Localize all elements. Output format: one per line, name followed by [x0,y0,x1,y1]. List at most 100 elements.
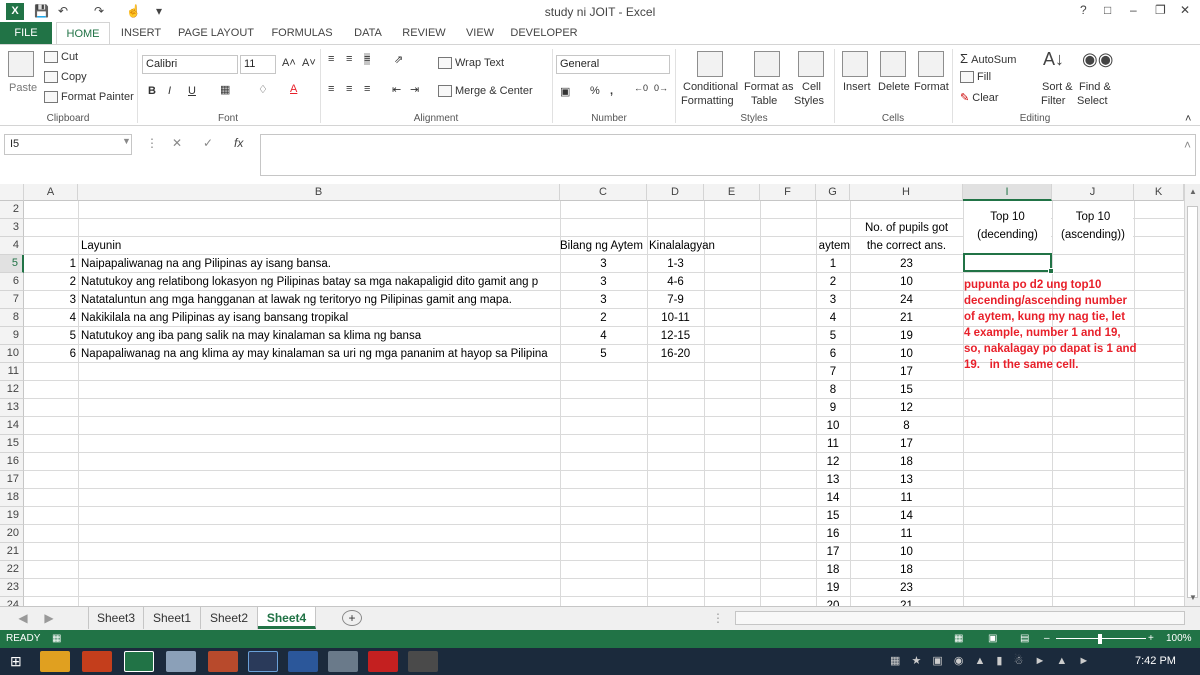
row-header[interactable]: 9 [0,327,24,345]
grow-font-button[interactable]: A˄ [282,57,296,69]
font-size-select[interactable]: 11 [240,55,276,74]
row-header[interactable]: 21 [0,543,24,561]
powerpoint2-taskbar-icon[interactable] [208,651,238,672]
confirm-formula-icon[interactable]: ✓ [203,136,213,150]
tab-split-icon[interactable]: ⋮ [712,607,724,629]
row-header[interactable]: 15 [0,435,24,453]
tab-developer[interactable]: DEVELOPER [508,22,580,44]
photoshop-taskbar-icon[interactable] [248,651,278,672]
tab-home[interactable]: HOME [56,22,110,44]
sheet-tab-sheet2[interactable]: Sheet2 [201,607,258,629]
sort-filter-icon[interactable]: A↓ [1043,49,1069,75]
horizontal-scrollbar[interactable] [735,611,1185,625]
restore-icon[interactable]: ❐ [1155,3,1166,17]
conditional-formatting-button[interactable]: Conditional [683,81,738,93]
row-header[interactable]: 8 [0,309,24,327]
find-select-button[interactable]: Find & [1079,81,1111,93]
column-header-f[interactable]: F [760,184,816,201]
row-header[interactable]: 6 [0,273,24,291]
conditional-formatting-icon[interactable] [697,51,723,77]
zoom-slider-thumb[interactable] [1098,634,1102,644]
photos-taskbar-icon[interactable] [328,651,358,672]
number-format-select[interactable]: General [556,55,670,74]
copy-button[interactable]: Copy [44,71,87,84]
shrink-font-button[interactable]: A˅ [302,57,316,69]
zoom-level[interactable]: 100% [1166,630,1192,648]
row-header[interactable]: 7 [0,291,24,309]
increase-indent-icon[interactable]: ⇥ [410,83,419,96]
row-header[interactable]: 22 [0,561,24,579]
row-header[interactable]: 11 [0,363,24,381]
delete-cells-button[interactable]: Delete [878,81,910,93]
format-as-table-icon[interactable] [754,51,780,77]
row-header[interactable]: 24 [0,597,24,606]
chrome-taskbar-icon[interactable] [40,651,70,672]
accounting-icon[interactable]: ▣ [560,85,570,98]
borders-icon[interactable]: ▦ [220,83,230,96]
tab-view[interactable]: VIEW [456,22,504,44]
cut-button[interactable]: Cut [44,51,78,64]
cancel-formula-icon[interactable]: ✕ [172,136,182,150]
fill-handle[interactable] [1048,268,1054,274]
next-sheet-icon[interactable]: ▶ [40,607,58,629]
ribbon-display-icon[interactable]: □ [1104,3,1111,17]
tab-file[interactable]: FILE [0,22,52,44]
prev-sheet-icon[interactable]: ◀ [14,607,32,629]
close-icon[interactable]: ✕ [1180,3,1190,17]
tab-formulas[interactable]: FORMULAS [264,22,340,44]
format-cells-button[interactable]: Format [914,81,949,93]
taskbar-clock[interactable]: 7:42 PM [1135,655,1176,667]
expand-formula-icon[interactable]: ˄ [1184,138,1191,152]
row-header[interactable]: 19 [0,507,24,525]
powerpoint-taskbar-icon[interactable] [82,651,112,672]
insert-cells-icon[interactable] [842,51,868,77]
page-break-view-icon[interactable]: ▤ [1020,630,1029,648]
collapse-ribbon-icon[interactable]: ˄ [1185,113,1191,125]
page-layout-view-icon[interactable]: ▣ [988,630,997,648]
zoom-in-button[interactable]: + [1148,630,1154,648]
wrap-text-button[interactable]: Wrap Text [438,57,504,70]
bottom-align-icon[interactable]: ≡ [364,53,371,65]
column-header-d[interactable]: D [647,184,704,201]
active-cell-i5[interactable] [963,253,1052,272]
tab-insert[interactable]: INSERT [114,22,168,44]
increase-decimal-icon[interactable]: ←0 [634,83,648,93]
fill-color-icon[interactable]: ♢ [258,83,268,96]
help-icon[interactable]: ? [1080,3,1087,17]
column-header-a[interactable]: A [24,184,78,201]
orientation-icon[interactable]: ⇗ [394,53,403,66]
row-header[interactable]: 2 [0,201,24,219]
merge-center-button[interactable]: Merge & Center [438,85,533,98]
column-header-i[interactable]: I [963,184,1052,201]
windows-start-icon[interactable]: ⊞ [10,653,22,670]
row-header[interactable]: 12 [0,381,24,399]
excel-taskbar-icon[interactable] [124,651,154,672]
tab-review[interactable]: REVIEW [396,22,452,44]
row-header[interactable]: 13 [0,399,24,417]
row-header[interactable]: 5 [0,255,24,273]
normal-view-icon[interactable]: ▦ [954,630,963,648]
percent-button[interactable]: % [590,85,600,97]
sheet-tab-sheet1[interactable]: Sheet1 [144,607,201,629]
row-header[interactable]: 18 [0,489,24,507]
name-box[interactable]: I5 [4,134,132,155]
decrease-decimal-icon[interactable]: 0→ [654,83,668,93]
bold-button[interactable]: B [148,85,156,97]
delete-cells-icon[interactable] [880,51,906,77]
column-header-b[interactable]: B [78,184,560,201]
paste-icon[interactable] [8,51,34,77]
vertical-scroll-thumb[interactable] [1187,206,1198,598]
app-taskbar-icon[interactable] [408,651,438,672]
sort-filter-button[interactable]: Sort & [1042,81,1073,93]
name-box-dropdown-icon[interactable]: ▼ [122,136,131,146]
zoom-out-button[interactable]: – [1044,630,1050,648]
tab-page-layout[interactable]: PAGE LAYOUT [172,22,260,44]
font-name-select[interactable]: Calibri [142,55,238,74]
media-player-taskbar-icon[interactable] [368,651,398,672]
add-sheet-button[interactable]: + [342,610,362,626]
autosum-button[interactable]: Σ AutoSum [960,51,1016,66]
scroll-up-icon[interactable]: ▲ [1189,187,1197,196]
align-left-icon[interactable]: ≡ [328,83,334,95]
cell-styles-button[interactable]: Cell [802,81,821,93]
column-header-j[interactable]: J [1052,184,1134,201]
